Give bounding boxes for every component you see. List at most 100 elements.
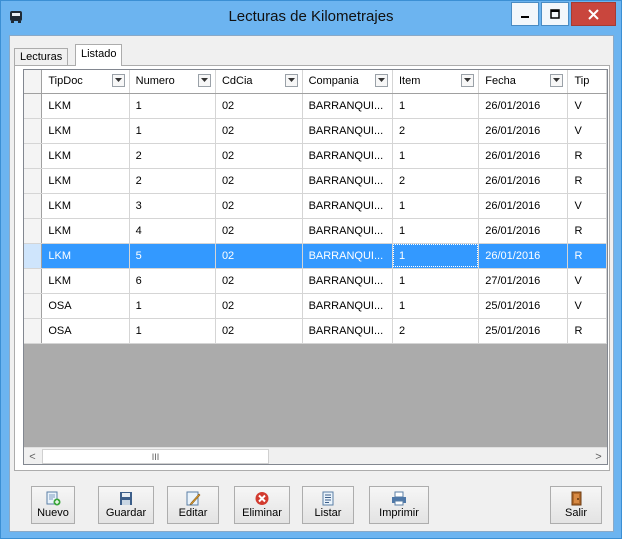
table-row[interactable]: LKM 2 02 BARRANQUI... 2 26/01/2016 R bbox=[24, 168, 607, 194]
cell-item[interactable]: 1 bbox=[392, 293, 480, 319]
cell-numero[interactable]: 6 bbox=[129, 268, 216, 294]
cell-compania[interactable]: BARRANQUI... bbox=[302, 293, 393, 319]
cell-numero[interactable]: 2 bbox=[129, 168, 216, 194]
filter-dropdown-icon[interactable] bbox=[284, 74, 298, 87]
cell-tip[interactable]: R bbox=[567, 318, 607, 344]
cell-tipdoc[interactable]: OSA bbox=[41, 293, 130, 319]
column-header-item[interactable]: Item bbox=[392, 70, 480, 94]
cell-item[interactable]: 2 bbox=[392, 318, 480, 344]
cell-item[interactable]: 1 bbox=[392, 218, 480, 244]
column-header-tip[interactable]: Tip bbox=[567, 70, 607, 94]
cell-fecha[interactable]: 26/01/2016 bbox=[478, 193, 569, 219]
filter-dropdown-icon[interactable] bbox=[374, 74, 388, 87]
cell-item[interactable]: 1 bbox=[392, 193, 480, 219]
cell-compania[interactable]: BARRANQUI... bbox=[302, 243, 393, 269]
cell-item[interactable]: 2 bbox=[392, 118, 480, 144]
cell-numero[interactable]: 1 bbox=[129, 118, 216, 144]
cell-tip[interactable]: V bbox=[567, 193, 607, 219]
listar-button[interactable]: Listar bbox=[302, 486, 354, 524]
column-header-numero[interactable]: Numero bbox=[129, 70, 216, 94]
column-header-fecha[interactable]: Fecha bbox=[478, 70, 569, 94]
close-button[interactable] bbox=[571, 2, 616, 26]
cell-tipdoc[interactable]: LKM bbox=[41, 143, 130, 169]
cell-tipdoc[interactable]: LKM bbox=[41, 218, 130, 244]
cell-item[interactable]: 1 bbox=[392, 268, 480, 294]
table-row[interactable]: LKM 6 02 BARRANQUI... 1 27/01/2016 V bbox=[24, 268, 607, 294]
cell-tip[interactable]: R bbox=[567, 218, 607, 244]
cell-cdcia[interactable]: 02 bbox=[215, 193, 303, 219]
cell-numero[interactable]: 1 bbox=[129, 293, 216, 319]
imprimir-button[interactable]: Imprimir bbox=[369, 486, 429, 524]
cell-fecha[interactable]: 25/01/2016 bbox=[478, 318, 569, 344]
cell-tip[interactable]: R bbox=[567, 143, 607, 169]
cell-compania[interactable]: BARRANQUI... bbox=[302, 118, 393, 144]
cell-compania[interactable]: BARRANQUI... bbox=[302, 268, 393, 294]
cell-item[interactable]: 2 bbox=[392, 168, 480, 194]
cell-numero[interactable]: 1 bbox=[129, 318, 216, 344]
table-row[interactable]: LKM 4 02 BARRANQUI... 1 26/01/2016 R bbox=[24, 218, 607, 244]
scrollbar-thumb[interactable]: III bbox=[42, 449, 269, 464]
cell-tipdoc[interactable]: LKM bbox=[41, 118, 130, 144]
cell-fecha[interactable]: 25/01/2016 bbox=[478, 293, 569, 319]
cell-numero[interactable]: 4 bbox=[129, 218, 216, 244]
row-header[interactable] bbox=[24, 243, 43, 269]
eliminar-button[interactable]: Eliminar bbox=[234, 486, 290, 524]
row-header[interactable] bbox=[24, 318, 43, 344]
tab-listado[interactable]: Listado bbox=[75, 44, 123, 66]
cell-numero[interactable]: 1 bbox=[129, 93, 216, 119]
cell-fecha[interactable]: 27/01/2016 bbox=[478, 268, 569, 294]
cell-compania[interactable]: BARRANQUI... bbox=[302, 218, 393, 244]
column-header-cdcia[interactable]: CdCia bbox=[215, 70, 303, 94]
cell-tipdoc[interactable]: LKM bbox=[41, 243, 130, 269]
cell-tipdoc[interactable]: OSA bbox=[41, 318, 130, 344]
cell-tipdoc[interactable]: LKM bbox=[41, 93, 130, 119]
table-row[interactable]: OSA 1 02 BARRANQUI... 1 25/01/2016 V bbox=[24, 293, 607, 319]
cell-tip[interactable]: V bbox=[567, 293, 607, 319]
row-header[interactable] bbox=[24, 193, 43, 219]
cell-cdcia[interactable]: 02 bbox=[215, 168, 303, 194]
cell-tip[interactable]: V bbox=[567, 268, 607, 294]
guardar-button[interactable]: Guardar bbox=[98, 486, 154, 524]
cell-tipdoc[interactable]: LKM bbox=[41, 168, 130, 194]
cell-cdcia[interactable]: 02 bbox=[215, 268, 303, 294]
cell-tip[interactable]: R bbox=[567, 168, 607, 194]
cell-fecha[interactable]: 26/01/2016 bbox=[478, 118, 569, 144]
cell-cdcia[interactable]: 02 bbox=[215, 143, 303, 169]
row-header[interactable] bbox=[24, 268, 43, 294]
minimize-button[interactable] bbox=[511, 2, 539, 26]
cell-fecha[interactable]: 26/01/2016 bbox=[478, 143, 569, 169]
table-row[interactable]: LKM 2 02 BARRANQUI... 1 26/01/2016 R bbox=[24, 143, 607, 169]
row-header[interactable] bbox=[24, 118, 43, 144]
row-header[interactable] bbox=[24, 93, 43, 119]
cell-cdcia[interactable]: 02 bbox=[215, 293, 303, 319]
maximize-button[interactable] bbox=[541, 2, 569, 26]
horizontal-scrollbar[interactable]: < III > bbox=[24, 447, 607, 464]
cell-numero[interactable]: 2 bbox=[129, 143, 216, 169]
row-header[interactable] bbox=[24, 293, 43, 319]
cell-item[interactable]: 1 bbox=[392, 93, 480, 119]
cell-compania[interactable]: BARRANQUI... bbox=[302, 193, 393, 219]
cell-cdcia[interactable]: 02 bbox=[215, 93, 303, 119]
cell-compania[interactable]: BARRANQUI... bbox=[302, 168, 393, 194]
cell-tip[interactable]: V bbox=[567, 118, 607, 144]
filter-dropdown-icon[interactable] bbox=[461, 74, 475, 87]
cell-item[interactable]: 1 bbox=[392, 143, 480, 169]
table-row[interactable]: OSA 1 02 BARRANQUI... 2 25/01/2016 R bbox=[24, 318, 607, 344]
table-row[interactable]: LKM 1 02 BARRANQUI... 1 26/01/2016 V bbox=[24, 93, 607, 119]
scroll-left-arrow[interactable]: < bbox=[24, 448, 41, 464]
cell-numero[interactable]: 3 bbox=[129, 193, 216, 219]
cell-compania[interactable]: BARRANQUI... bbox=[302, 93, 393, 119]
cell-cdcia[interactable]: 02 bbox=[215, 118, 303, 144]
cell-cdcia[interactable]: 02 bbox=[215, 318, 303, 344]
editar-button[interactable]: Editar bbox=[167, 486, 219, 524]
cell-numero[interactable]: 5 bbox=[129, 243, 216, 269]
filter-dropdown-icon[interactable] bbox=[197, 74, 211, 87]
cell-tipdoc[interactable]: LKM bbox=[41, 268, 130, 294]
data-grid[interactable]: TipDoc Numero CdCia Compania Item Fecha … bbox=[23, 69, 608, 465]
cell-fecha[interactable]: 26/01/2016 bbox=[478, 168, 569, 194]
cell-fecha[interactable]: 26/01/2016 bbox=[478, 218, 569, 244]
cell-tip[interactable]: R bbox=[567, 243, 607, 269]
salir-button[interactable]: Salir bbox=[550, 486, 602, 524]
cell-tip[interactable]: V bbox=[567, 93, 607, 119]
cell-cdcia[interactable]: 02 bbox=[215, 243, 303, 269]
